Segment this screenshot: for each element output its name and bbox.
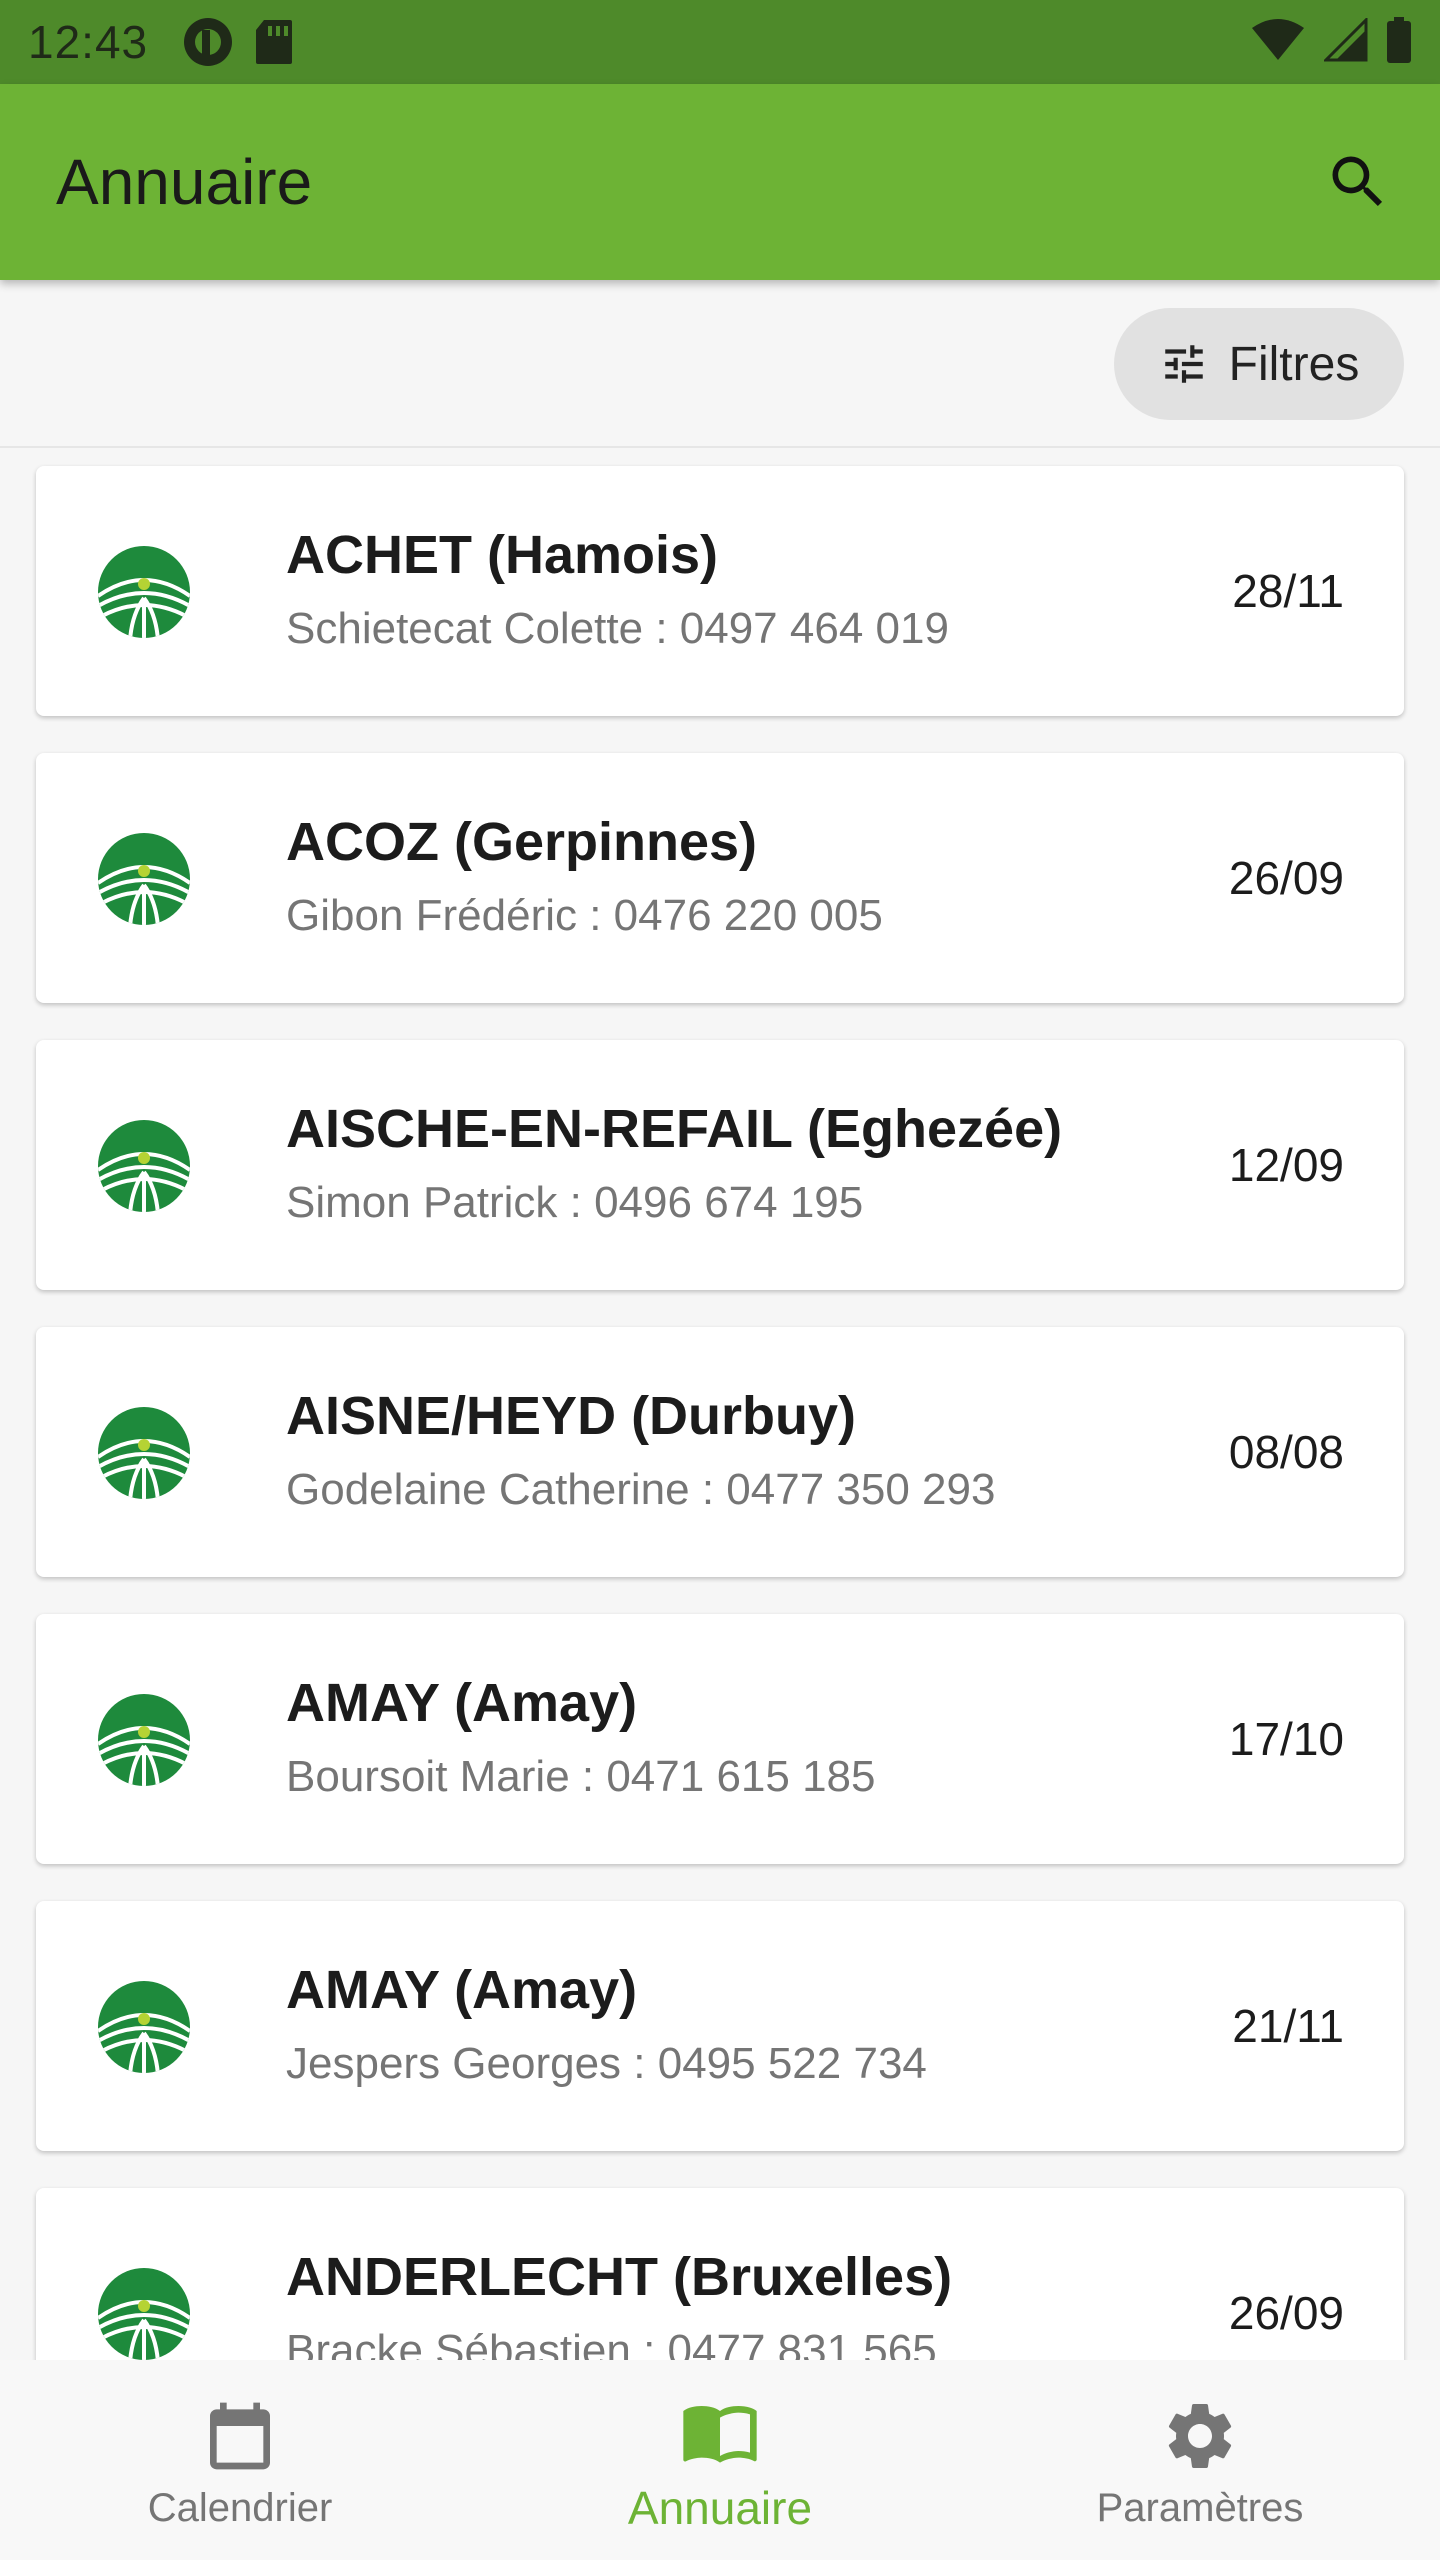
sd-card-icon [254, 18, 294, 66]
list-item[interactable]: AISCHE-EN-REFAIL (Eghezée) Simon Patrick… [36, 1040, 1404, 1290]
item-date: 26/09 [1228, 852, 1344, 904]
item-contact: Gibon Frédéric : 0476 220 005 [286, 891, 883, 940]
list-item[interactable]: ACHET (Hamois) Schietecat Colette : 0497… [36, 466, 1404, 716]
directory-list: ACHET (Hamois) Schietecat Colette : 0497… [0, 448, 1440, 2360]
item-date: 08/08 [1228, 1426, 1344, 1478]
search-button[interactable] [1310, 134, 1406, 230]
nav-item-annuaire[interactable]: Annuaire [480, 2360, 960, 2560]
status-indicators [1250, 15, 1412, 68]
item-title: AMAY (Amay) [286, 1673, 638, 1733]
nav-label: Calendrier [147, 2485, 333, 2530]
logo-icon [98, 833, 190, 925]
filters-button[interactable]: Filtres [1114, 308, 1404, 420]
item-contact: Godelaine Catherine : 0477 350 293 [286, 1465, 996, 1514]
calendar-icon [210, 2402, 270, 2469]
item-date: 12/09 [1228, 1139, 1344, 1191]
page-title: Annuaire [56, 146, 313, 218]
item-contact: Schietecat Colette : 0497 464 019 [286, 604, 949, 653]
battery-icon [1386, 16, 1412, 68]
item-title: AISNE/HEYD (Durbuy) [286, 1386, 857, 1446]
nav-item-parametres[interactable]: Paramètres [960, 2360, 1440, 2560]
search-icon [1332, 156, 1383, 207]
logo-icon [98, 546, 190, 638]
item-contact: Boursoit Marie : 0471 615 185 [286, 1752, 876, 1801]
bottom-navigation: Calendrier Annuaire Paramètres [0, 2360, 1440, 2560]
item-title: ANDERLECHT (Bruxelles) [286, 2247, 953, 2307]
item-date: 17/10 [1228, 1713, 1344, 1765]
app-bar: Annuaire [0, 84, 1440, 280]
nav-item-calendrier[interactable]: Calendrier [0, 2360, 480, 2560]
list-item[interactable]: AISNE/HEYD (Durbuy) Godelaine Catherine … [36, 1327, 1404, 1577]
book-icon [683, 2406, 757, 2463]
status-time: 12:43 [28, 16, 149, 68]
item-title: AISCHE-EN-REFAIL (Eghezée) [286, 1099, 1063, 1159]
item-contact: Simon Patrick : 0496 674 195 [286, 1178, 864, 1227]
status-bar: 12:43 [0, 0, 1440, 84]
logo-icon [98, 1407, 190, 1499]
nav-label: Paramètres [1096, 2485, 1304, 2530]
list-item[interactable]: ANDERLECHT (Bruxelles) Bracke Sébastien … [36, 2188, 1404, 2360]
logo-icon [98, 2268, 190, 2360]
item-date: 21/11 [1232, 2000, 1344, 2052]
item-title: AMAY (Amay) [286, 1960, 638, 2020]
wifi-icon [1250, 18, 1306, 67]
list-item[interactable]: AMAY (Amay) Jespers Georges : 0495 522 7… [36, 1901, 1404, 2151]
list-item[interactable]: AMAY (Amay) Boursoit Marie : 0471 615 18… [36, 1614, 1404, 1864]
nav-label: Annuaire [627, 2482, 813, 2534]
logo-icon [98, 1981, 190, 2073]
item-contact: Jespers Georges : 0495 522 734 [286, 2039, 927, 2088]
app-screen: 12:43 Annuaire Filtres ACHET (Hamois) Sc… [0, 0, 1440, 2560]
gear-icon [1168, 2403, 1232, 2468]
list-item[interactable]: ACOZ (Gerpinnes) Gibon Frédéric : 0476 2… [36, 753, 1404, 1003]
item-title: ACOZ (Gerpinnes) [286, 812, 758, 872]
logo-icon [98, 1694, 190, 1786]
item-date: 28/11 [1232, 565, 1344, 617]
item-title: ACHET (Hamois) [286, 525, 719, 585]
item-date: 26/09 [1228, 2287, 1344, 2339]
tune-icon [1164, 345, 1203, 383]
filters-label: Filtres [1228, 337, 1360, 391]
item-contact: Bracke Sébastien : 0477 831 565 [286, 2326, 937, 2360]
filter-bar: Filtres [0, 280, 1440, 448]
pocket-casts-icon [182, 16, 234, 68]
logo-icon [98, 1120, 190, 1212]
cellular-signal-icon [1322, 15, 1368, 67]
